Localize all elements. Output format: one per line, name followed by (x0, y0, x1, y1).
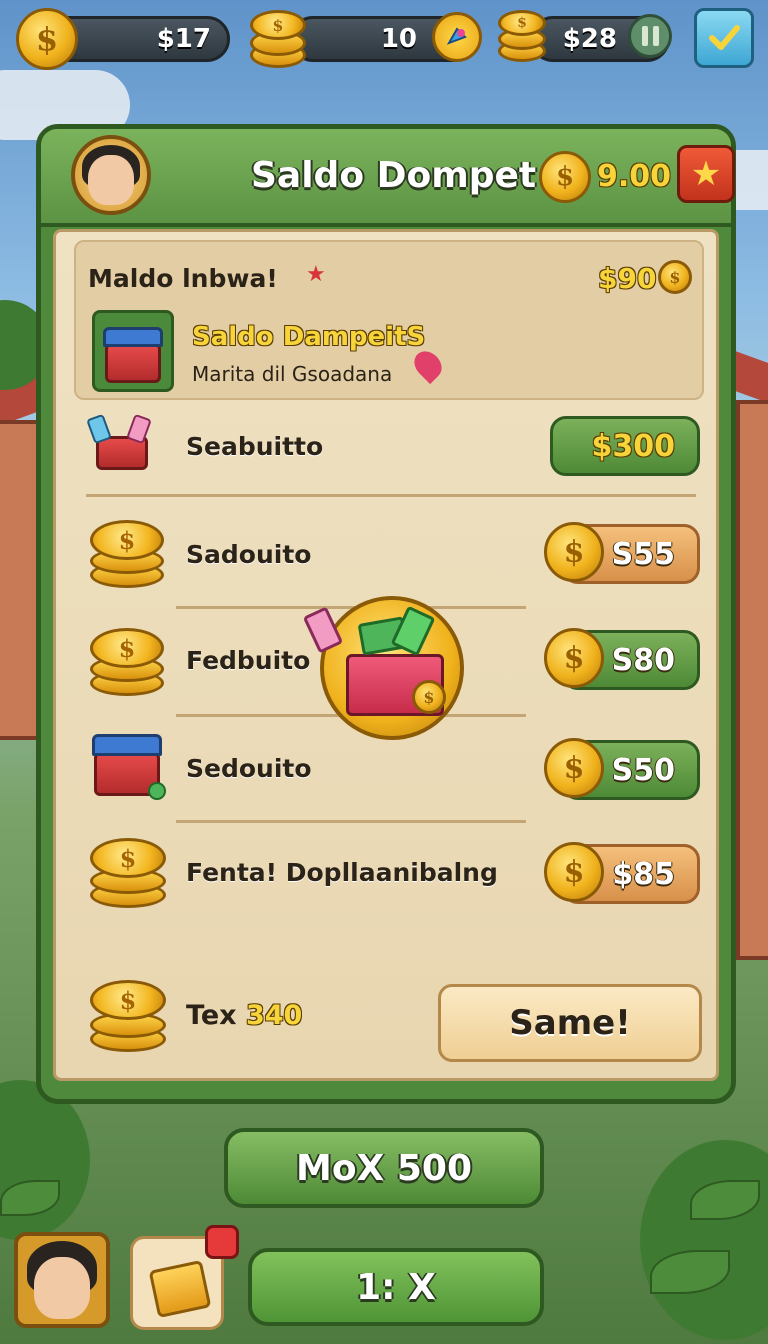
footer-label: Tex 340 (186, 1000, 302, 1031)
coin-icon: $ (16, 8, 78, 70)
pause-button[interactable] (628, 14, 672, 58)
parchment-list: Maldo lnbwa! ★ $90 $ Saldo DampeitS Mari… (53, 229, 719, 1081)
item-price: $85 (612, 856, 675, 892)
price-coin-icon: $ (544, 842, 604, 902)
wallet-info-box: Maldo lnbwa! ★ $90 $ Saldo DampeitS Mari… (74, 240, 704, 400)
section-divider (86, 494, 696, 497)
header-coin-icon: $ (539, 151, 591, 203)
coin-stack-icon: $ (90, 514, 164, 592)
coin-stack-icon: $ (90, 622, 164, 700)
treasure-chest-icon (90, 722, 166, 802)
price-coin-icon: $ (544, 738, 604, 798)
gem-icon[interactable] (432, 12, 482, 62)
coins-value: $17 (156, 24, 211, 54)
greeting-value: $90 (598, 262, 657, 295)
wallet-panel: Saldo Dompet $ 9.00 ★ Maldo lnbwa! ★ $90… (36, 124, 736, 1104)
coin-stack-icon: $ (250, 6, 306, 68)
price-coin-icon: $ (544, 522, 604, 582)
item-label: Sedouito (186, 754, 312, 783)
footer-label-value: 340 (245, 1000, 303, 1031)
coin-stack-icon: $ (90, 832, 166, 912)
max-button-label: MoX 500 (296, 1147, 472, 1189)
red-star-icon: ★ (306, 262, 326, 287)
item-price: S50 (611, 752, 675, 788)
notification-badge (205, 1225, 239, 1259)
cash-value: $28 (562, 24, 617, 54)
greeting-text: Maldo lnbwa! (88, 264, 278, 293)
save-button-label: Same! (509, 1003, 631, 1043)
star-icon: ★ (690, 154, 722, 194)
header-star-button[interactable]: ★ (677, 145, 735, 203)
featured-icon (92, 310, 174, 392)
small-coin-icon: $ (658, 260, 692, 294)
featured-title: Saldo DampeitS (192, 322, 426, 352)
footer-label-prefix: Tex (186, 1000, 237, 1031)
player-portrait[interactable] (14, 1232, 110, 1328)
item-label: Seabuitto (186, 432, 324, 461)
coin-stack-icon: $ (90, 974, 166, 1056)
item-price: S55 (611, 536, 675, 572)
panel-header: Saldo Dompet $ 9.00 ★ (41, 129, 735, 227)
section-divider (176, 820, 526, 823)
player-avatar[interactable] (71, 135, 151, 215)
item-label: Fenta! Dopllaanibalng (186, 858, 498, 887)
item-label: Fedbuito (186, 646, 311, 675)
item-label: Sadouito (186, 540, 312, 569)
check-icon (709, 25, 740, 50)
item-price: S80 (611, 642, 675, 678)
price-coin-icon: $ (544, 628, 604, 688)
cards-icon (148, 1259, 212, 1319)
wallet-medallion-icon: $ (302, 596, 464, 740)
item-buy-button[interactable]: $300 (550, 416, 700, 476)
save-button[interactable]: Same! (438, 984, 702, 1062)
featured-subtitle: Marita dil Gsoadana (192, 362, 393, 386)
item-price: $300 (591, 428, 676, 464)
header-value: 9.00 (597, 159, 672, 194)
x-button[interactable]: 1: X (248, 1248, 544, 1326)
coin-stack-small-icon: $ (498, 8, 546, 64)
inventory-button[interactable] (130, 1225, 239, 1330)
pause-icon (641, 26, 659, 46)
x-button-label: 1: X (356, 1266, 436, 1308)
panel-title: Saldo Dompet (251, 155, 537, 196)
max-button[interactable]: MoX 500 (224, 1128, 544, 1208)
cart-icon (86, 413, 154, 476)
confirm-button[interactable] (694, 8, 754, 68)
gems-value: 10 (380, 24, 417, 54)
